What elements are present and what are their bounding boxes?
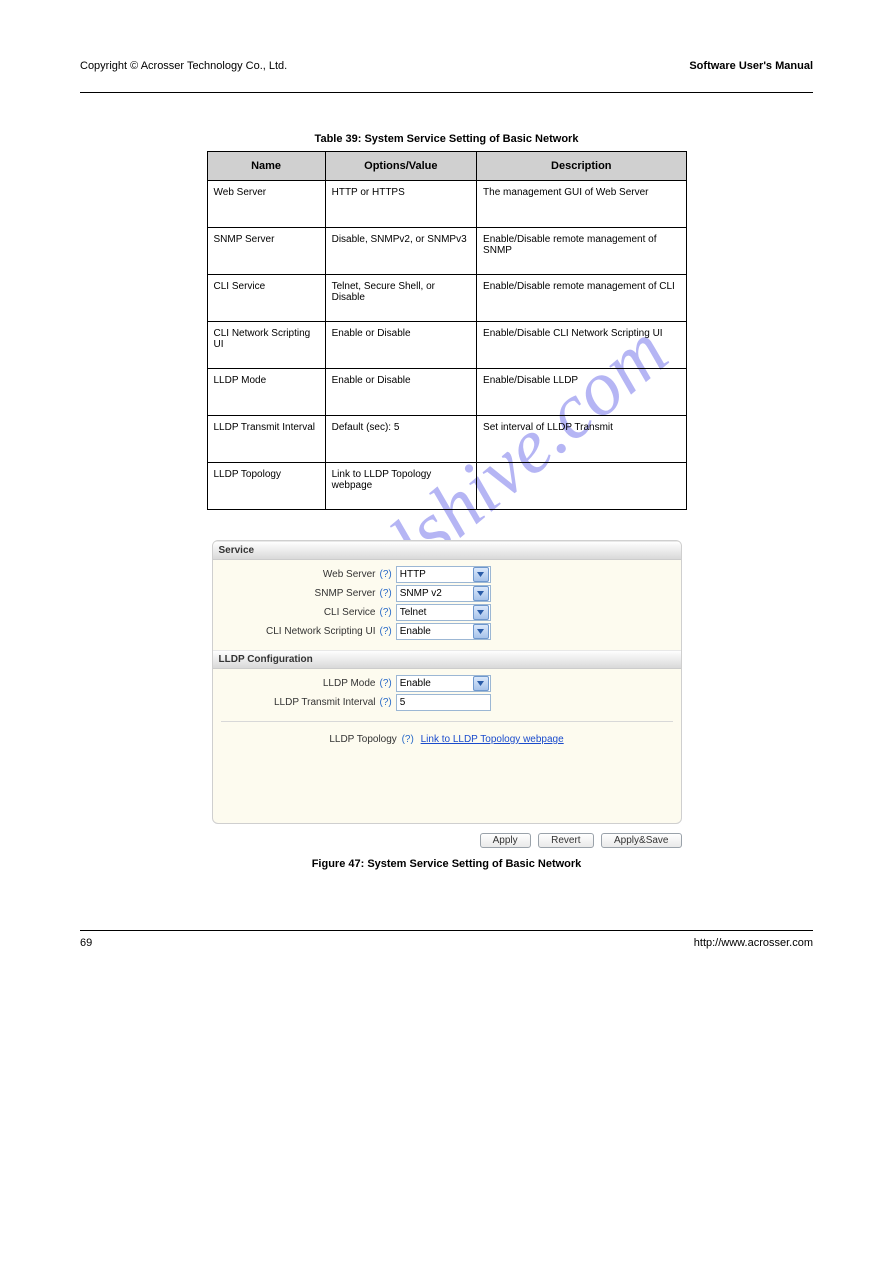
cli-service-value: Telnet xyxy=(400,607,427,618)
header-title: Software User's Manual xyxy=(689,60,813,72)
lldp-mode-select[interactable]: Enable xyxy=(396,675,491,692)
table-cell: Enable/Disable remote management of SNMP xyxy=(477,228,686,275)
help-icon[interactable]: (?) xyxy=(380,626,392,637)
apply-button[interactable]: Apply xyxy=(480,833,531,848)
table-cell: SNMP Server xyxy=(207,228,325,275)
figure-caption: Figure 47: System Service Setting of Bas… xyxy=(80,858,813,870)
table-row: CLI Network Scripting UI Enable or Disab… xyxy=(207,322,686,369)
table-row: LLDP Transmit Interval Default (sec): 5 … xyxy=(207,416,686,463)
help-icon[interactable]: (?) xyxy=(380,588,392,599)
chevron-down-icon xyxy=(473,624,489,639)
snmp-server-value: SNMP v2 xyxy=(400,588,442,599)
apply-save-button[interactable]: Apply&Save xyxy=(601,833,681,848)
chevron-down-icon xyxy=(473,586,489,601)
table-cell: The management GUI of Web Server xyxy=(477,181,686,228)
page-footer: 69 http://www.acrosser.com xyxy=(80,930,813,949)
cli-scripting-label: CLI Network Scripting UI xyxy=(221,626,380,637)
cli-service-row: CLI Service (?) Telnet xyxy=(221,604,673,621)
lldp-topology-row: LLDP Topology (?) Link to LLDP Topology … xyxy=(221,721,673,815)
help-icon[interactable]: (?) xyxy=(402,734,414,745)
snmp-server-row: SNMP Server (?) SNMP v2 xyxy=(221,585,673,602)
help-icon[interactable]: (?) xyxy=(380,607,392,618)
table-header: Options/Value xyxy=(325,152,476,181)
table-cell: LLDP Topology xyxy=(207,463,325,510)
table-header: Name xyxy=(207,152,325,181)
lldp-interval-input[interactable]: 5 xyxy=(396,694,491,711)
table-header-row: Name Options/Value Description xyxy=(207,152,686,181)
lldp-interval-row: LLDP Transmit Interval (?) 5 xyxy=(221,694,673,711)
button-bar: Apply Revert Apply&Save xyxy=(212,824,682,848)
table-cell: Disable, SNMPv2, or SNMPv3 xyxy=(325,228,476,275)
web-server-value: HTTP xyxy=(400,569,426,580)
cli-scripting-value: Enable xyxy=(400,626,431,637)
table-cell: HTTP or HTTPS xyxy=(325,181,476,228)
chevron-down-icon xyxy=(473,567,489,582)
table-row: LLDP Mode Enable or Disable Enable/Disab… xyxy=(207,369,686,416)
service-config-figure: Service Web Server (?) HTTP SNMP Server … xyxy=(212,540,682,848)
help-icon[interactable]: (?) xyxy=(380,697,392,708)
lldp-topology-link[interactable]: Link to LLDP Topology webpage xyxy=(421,734,564,745)
table-cell: Enable or Disable xyxy=(325,369,476,416)
header-copyright: Copyright © Acrosser Technology Co., Ltd… xyxy=(80,60,287,72)
table-cell: Enable/Disable CLI Network Scripting UI xyxy=(477,322,686,369)
lldp-section-header: LLDP Configuration xyxy=(213,650,681,669)
lldp-mode-row: LLDP Mode (?) Enable xyxy=(221,675,673,692)
table-cell: Telnet, Secure Shell, or Disable xyxy=(325,275,476,322)
table-cell: LLDP Transmit Interval xyxy=(207,416,325,463)
cli-scripting-select[interactable]: Enable xyxy=(396,623,491,640)
service-section-body: Web Server (?) HTTP SNMP Server (?) SNMP… xyxy=(213,560,681,650)
cli-service-label: CLI Service xyxy=(221,607,380,618)
table-cell: Set interval of LLDP Transmit xyxy=(477,416,686,463)
lldp-interval-value: 5 xyxy=(400,697,406,708)
snmp-server-select[interactable]: SNMP v2 xyxy=(396,585,491,602)
help-icon[interactable]: (?) xyxy=(380,569,392,580)
footer-site: http://www.acrosser.com xyxy=(694,937,813,949)
table-cell xyxy=(477,463,686,510)
service-setting-table: Name Options/Value Description Web Serve… xyxy=(207,151,687,510)
lldp-mode-label: LLDP Mode xyxy=(221,678,380,689)
web-server-label: Web Server xyxy=(221,569,380,580)
lldp-interval-label: LLDP Transmit Interval xyxy=(221,697,380,708)
service-section-header: Service xyxy=(213,541,681,560)
chevron-down-icon xyxy=(473,676,489,691)
header-divider xyxy=(80,92,813,93)
lldp-mode-value: Enable xyxy=(400,678,431,689)
table-cell: LLDP Mode xyxy=(207,369,325,416)
table-row: LLDP Topology Link to LLDP Topology webp… xyxy=(207,463,686,510)
service-config-panel: Service Web Server (?) HTTP SNMP Server … xyxy=(212,540,682,824)
table-cell: Enable/Disable LLDP xyxy=(477,369,686,416)
table-cell: Default (sec): 5 xyxy=(325,416,476,463)
footer-page-number: 69 xyxy=(80,937,92,949)
table-cell: CLI Service xyxy=(207,275,325,322)
lldp-topology-label: LLDP Topology xyxy=(329,734,396,745)
snmp-server-label: SNMP Server xyxy=(221,588,380,599)
cli-scripting-row: CLI Network Scripting UI (?) Enable xyxy=(221,623,673,640)
table-cell: Enable/Disable remote management of CLI xyxy=(477,275,686,322)
table-row: SNMP Server Disable, SNMPv2, or SNMPv3 E… xyxy=(207,228,686,275)
page-header: Copyright © Acrosser Technology Co., Ltd… xyxy=(80,60,813,72)
table-cell: CLI Network Scripting UI xyxy=(207,322,325,369)
table-cell: Web Server xyxy=(207,181,325,228)
table-cell: Enable or Disable xyxy=(325,322,476,369)
table-row: CLI Service Telnet, Secure Shell, or Dis… xyxy=(207,275,686,322)
lldp-section-body: LLDP Mode (?) Enable LLDP Transmit Inter… xyxy=(213,669,681,823)
cli-service-select[interactable]: Telnet xyxy=(396,604,491,621)
web-server-row: Web Server (?) HTTP xyxy=(221,566,673,583)
help-icon[interactable]: (?) xyxy=(380,678,392,689)
chevron-down-icon xyxy=(473,605,489,620)
revert-button[interactable]: Revert xyxy=(538,833,593,848)
web-server-select[interactable]: HTTP xyxy=(396,566,491,583)
table-caption: Table 39: System Service Setting of Basi… xyxy=(80,133,813,145)
table-header: Description xyxy=(477,152,686,181)
table-cell: Link to LLDP Topology webpage xyxy=(325,463,476,510)
table-row: Web Server HTTP or HTTPS The management … xyxy=(207,181,686,228)
